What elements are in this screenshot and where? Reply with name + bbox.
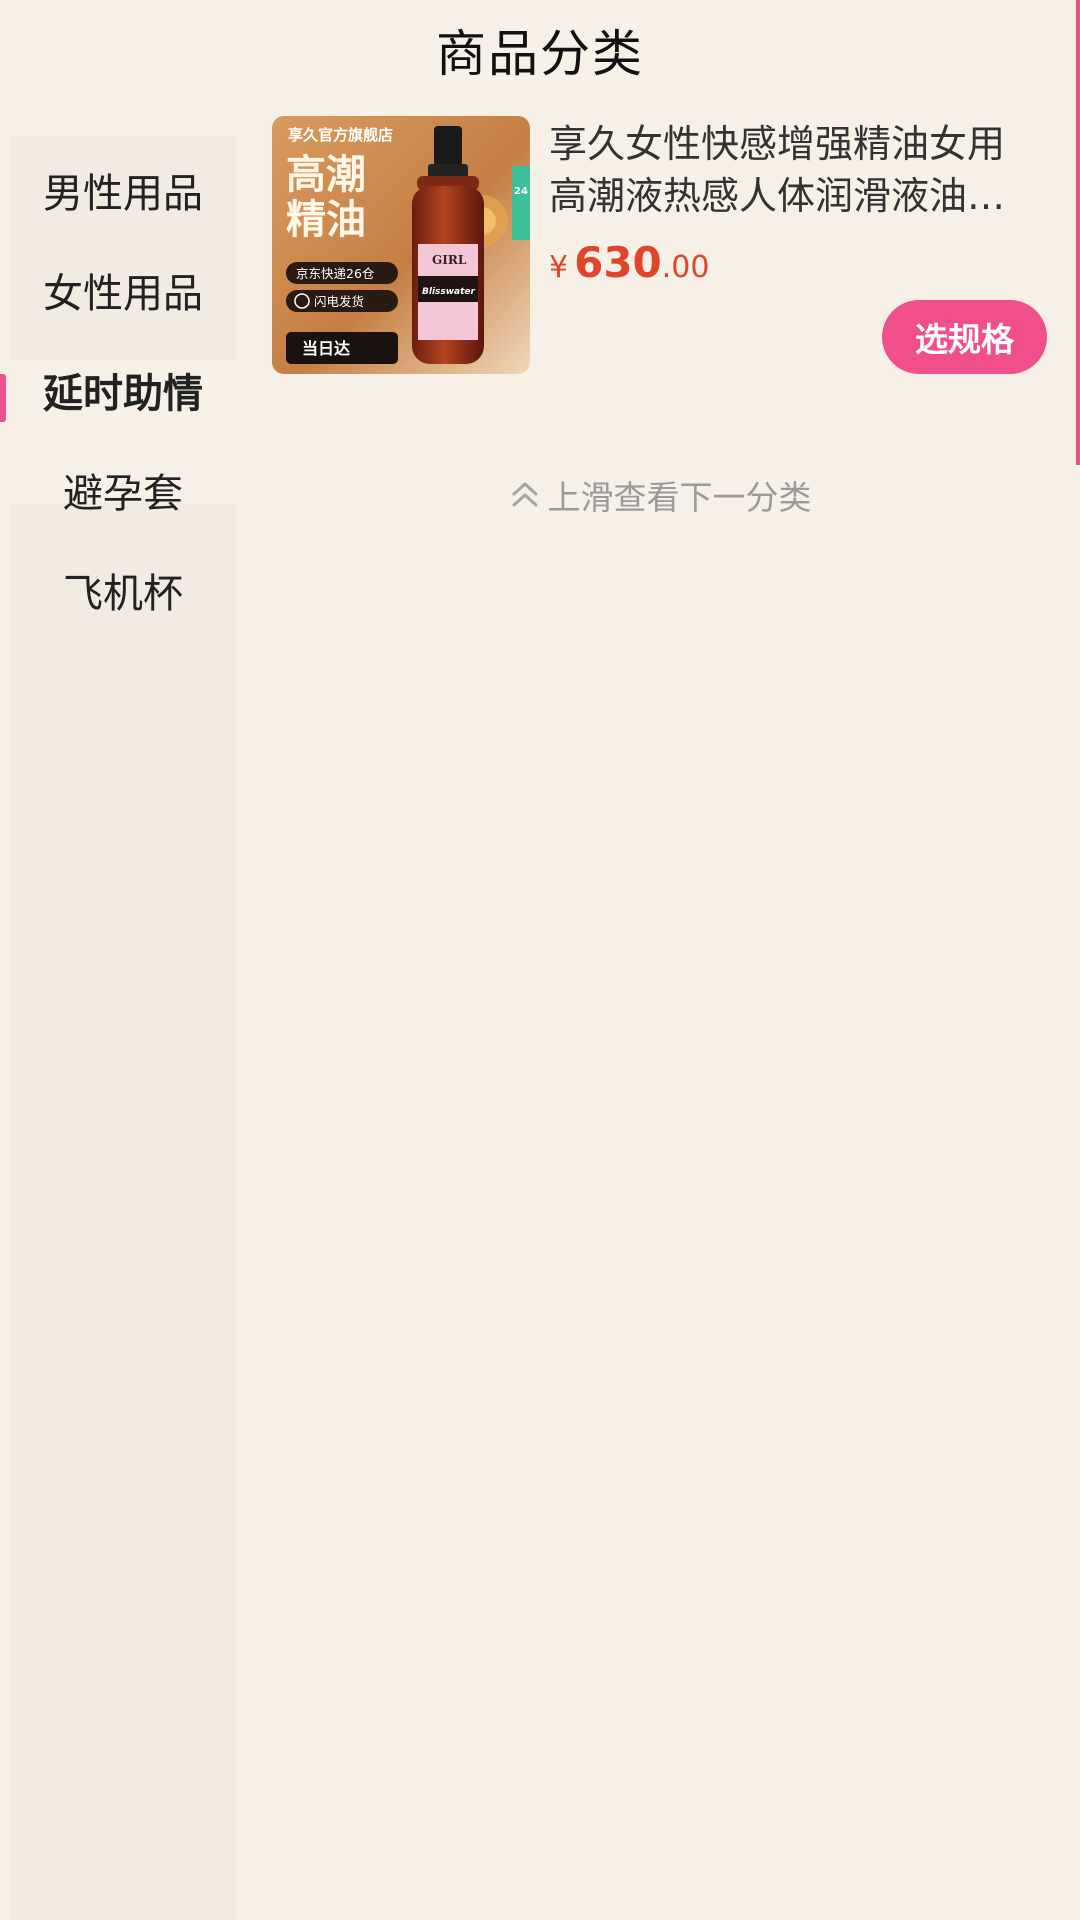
product-price: ¥ 630 .00	[549, 238, 709, 287]
price-currency: ¥	[549, 250, 569, 285]
sidebar-item-male[interactable]: 男性用品	[10, 135, 236, 245]
bottle-name: Blisswater	[422, 287, 476, 297]
bottle-brand: GIRL	[432, 253, 467, 267]
sidebar-item-cup[interactable]: 飞机杯	[10, 535, 236, 645]
sidebar-item-label: 女性用品	[43, 271, 203, 317]
product-title[interactable]: 享久女性快感增强精油女用高潮液热感人体润滑液油用品	[549, 118, 1019, 222]
next-category-hint: 上滑查看下一分类	[272, 470, 1047, 520]
badge-24h: 24	[514, 186, 528, 197]
sidebar-panel-bottom	[10, 503, 236, 1920]
sidebar-item-female[interactable]: 女性用品	[10, 235, 236, 345]
double-chevron-up-icon	[512, 482, 537, 507]
headline-line-2: 精油	[286, 197, 366, 243]
sidebar-item-label: 延时助情	[43, 371, 203, 417]
headline-line-1: 高潮	[286, 152, 366, 198]
product-card[interactable]: 享久官方旗舰店 高潮 精油 京东快递26仓 闪电发货 当日达 24 GIRL B…	[272, 116, 1047, 374]
sidebar-item-label: 男性用品	[43, 171, 203, 217]
active-indicator	[0, 374, 6, 422]
product-image[interactable]: 享久官方旗舰店 高潮 精油 京东快递26仓 闪电发货 当日达 24 GIRL B…	[272, 116, 530, 374]
sidebar-item-label: 飞机杯	[63, 571, 183, 617]
price-decimal: .00	[661, 250, 710, 285]
select-spec-button[interactable]: 选规格	[882, 300, 1047, 374]
sidebar-item-label: 避孕套	[63, 471, 183, 517]
badge-delivery: 京东快递26仓	[296, 266, 375, 281]
price-integer: 630	[574, 238, 662, 287]
page-title: 商品分类	[436, 25, 644, 83]
sidebar-item-condom[interactable]: 避孕套	[10, 435, 236, 545]
page-header: 商品分类	[0, 0, 1080, 100]
category-sidebar: 男性用品 女性用品 延时助情 避孕套 飞机杯	[0, 135, 236, 1920]
badge-sameday: 当日达	[302, 339, 350, 358]
next-category-text: 上滑查看下一分类	[547, 478, 812, 517]
badge-flash: 闪电发货	[314, 294, 364, 309]
sidebar-item-delay[interactable]: 延时助情	[0, 335, 236, 445]
store-label: 享久官方旗舰店	[288, 126, 393, 144]
